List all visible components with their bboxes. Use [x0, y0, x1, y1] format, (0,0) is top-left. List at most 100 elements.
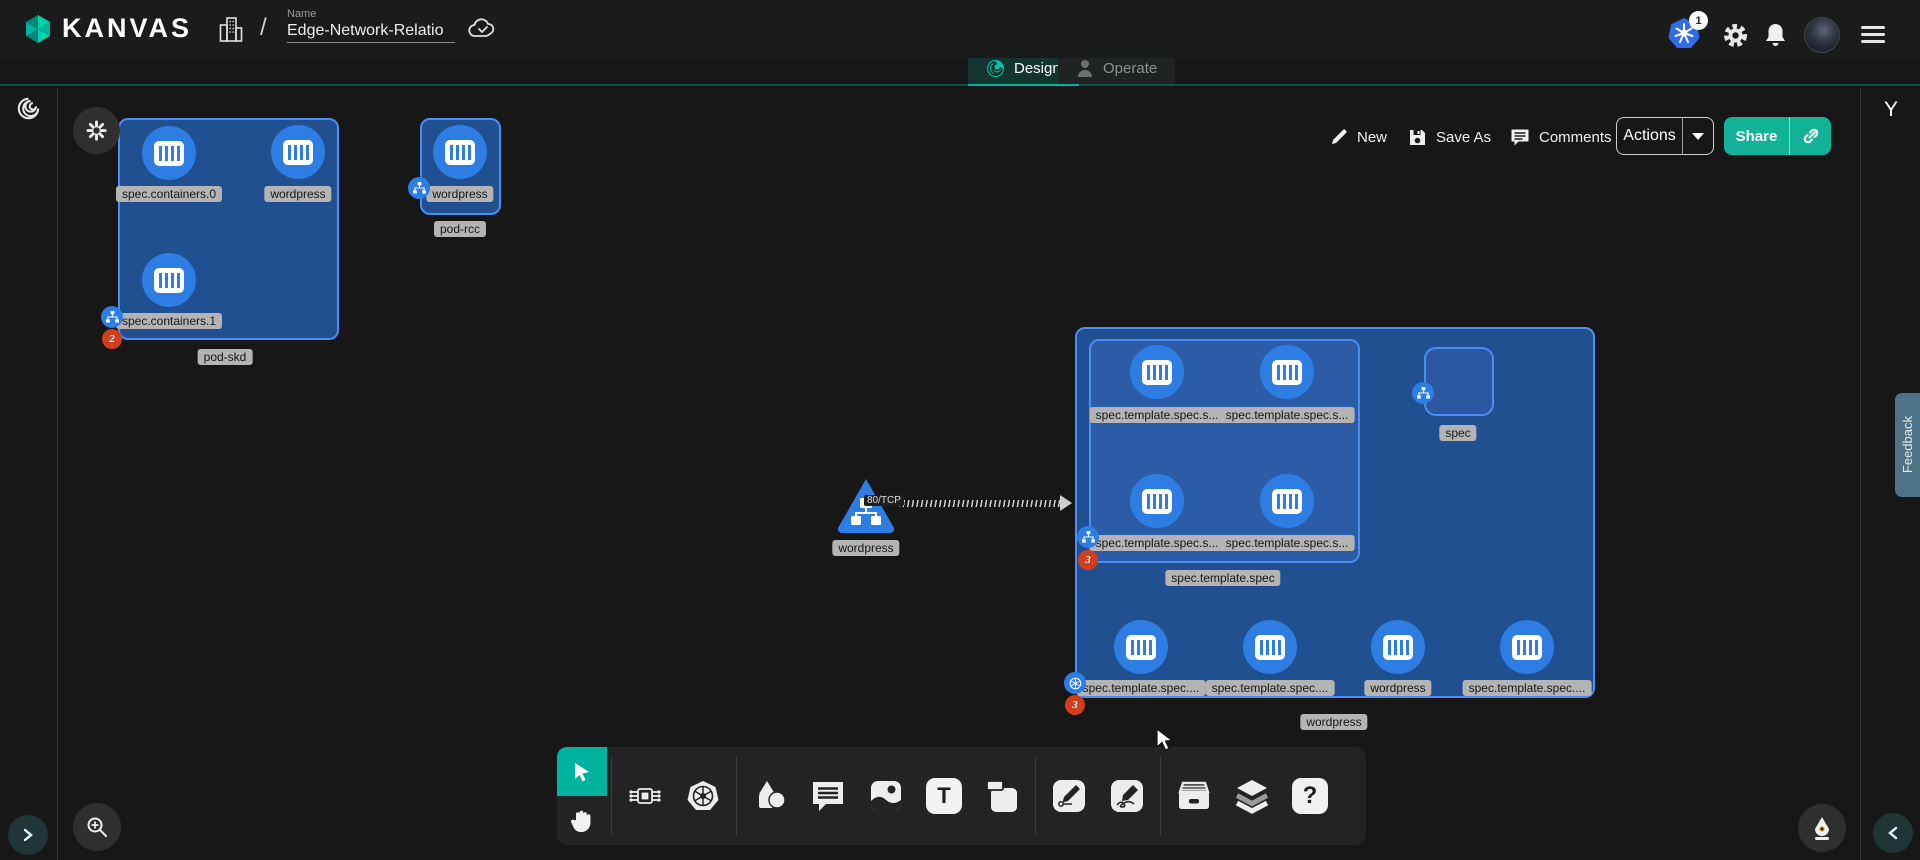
- bottom-toolbar: T: [557, 747, 1366, 845]
- left-panel-divider: [57, 88, 58, 860]
- comment-tool-button[interactable]: [799, 747, 857, 845]
- save-as-button[interactable]: Save As: [1408, 118, 1491, 156]
- node-deployment-container[interactable]: [1243, 620, 1297, 674]
- comments-label: Comments: [1539, 129, 1612, 146]
- node-template-container[interactable]: [1130, 345, 1184, 399]
- node-template-container[interactable]: [1260, 345, 1314, 399]
- node-label: spec.template.spec.s...: [1220, 407, 1355, 423]
- component-tool-button[interactable]: [616, 747, 674, 845]
- toolbar-divider: [611, 757, 612, 835]
- pencil-squiggle-icon: [1108, 777, 1146, 815]
- error-count-badge[interactable]: 3: [1078, 550, 1098, 570]
- relationship-badge[interactable]: [1077, 526, 1099, 548]
- container-icon: [154, 141, 184, 166]
- relationship-badge[interactable]: [101, 306, 123, 328]
- kubernetes-tool-button[interactable]: [674, 747, 732, 845]
- pan-tool-button[interactable]: [557, 796, 607, 845]
- hamburger-menu-icon[interactable]: [1861, 22, 1885, 47]
- node-label: wordpress: [264, 186, 331, 202]
- node-label: spec.containers.1: [116, 313, 222, 329]
- notifications-bell-icon[interactable]: [1763, 22, 1788, 48]
- kanvas-logo-text: KANVAS: [62, 13, 192, 44]
- share-label: Share: [1724, 128, 1789, 145]
- history-spiral-icon[interactable]: [17, 97, 40, 120]
- pen-nib-icon: [1810, 815, 1834, 841]
- design-name-block: Name: [287, 8, 455, 43]
- container-icon: [1142, 489, 1172, 514]
- actions-label: Actions: [1617, 127, 1682, 145]
- relationship-badge[interactable]: [408, 177, 430, 199]
- drawer-tool-button[interactable]: [1165, 747, 1223, 845]
- error-count-badge[interactable]: 3: [1065, 695, 1085, 715]
- kanvas-logo-icon[interactable]: [22, 13, 54, 45]
- shapes-panel-icon[interactable]: Y: [1884, 98, 1898, 122]
- toolbar-divider: [736, 757, 737, 835]
- help-tool-button[interactable]: ?: [1281, 747, 1339, 845]
- select-tool-column: [557, 747, 607, 845]
- copy-link-button[interactable]: [1790, 126, 1831, 146]
- breadcrumb-separator: /: [260, 14, 267, 42]
- edge-pen-tool-button[interactable]: [1040, 747, 1098, 845]
- freehand-pen-tool-button[interactable]: [1098, 747, 1156, 845]
- design-name-input[interactable]: [287, 20, 455, 43]
- pen-mode-button[interactable]: [1798, 804, 1846, 852]
- pen-path-icon: [1050, 777, 1088, 815]
- node-label: wordpress: [832, 540, 899, 556]
- context-count-badge: 1: [1689, 11, 1708, 30]
- kubernetes-badge[interactable]: [1064, 672, 1086, 694]
- node-deployment-container[interactable]: [1371, 620, 1425, 674]
- error-count-badge[interactable]: 2: [102, 329, 122, 349]
- node-label: spec: [1439, 425, 1476, 441]
- zoom-button[interactable]: [73, 803, 121, 851]
- right-panel-divider: [1860, 88, 1861, 860]
- container-icon: [154, 268, 184, 293]
- save-as-label: Save As: [1436, 129, 1491, 146]
- relationship-badge[interactable]: [1412, 382, 1434, 404]
- group-label: pod-skd: [198, 349, 253, 365]
- cloud-saved-icon: [468, 18, 498, 40]
- new-button[interactable]: New: [1330, 118, 1387, 156]
- node-wordpress-container[interactable]: [433, 125, 487, 179]
- kubernetes-icon: [684, 777, 722, 815]
- select-tool-button[interactable]: [557, 747, 607, 796]
- settings-gear-icon[interactable]: [1722, 22, 1749, 49]
- node-label: spec.template.spec....: [1077, 680, 1206, 696]
- node-template-container[interactable]: [1130, 474, 1184, 528]
- node-spec[interactable]: [1424, 347, 1494, 416]
- link-icon: [1801, 126, 1821, 146]
- node-spec-containers-1[interactable]: [142, 253, 196, 307]
- tabstrip-underline: [0, 84, 1920, 86]
- text-tool-button[interactable]: T: [915, 747, 973, 845]
- chevron-down-icon: [1692, 133, 1704, 140]
- actions-button[interactable]: Actions: [1616, 117, 1714, 155]
- feedback-tab[interactable]: Feedback: [1895, 393, 1920, 497]
- tab-operate-label: Operate: [1103, 60, 1157, 77]
- node-deployment-container[interactable]: [1114, 620, 1168, 674]
- drawer-icon: [1174, 778, 1214, 814]
- kubernetes-context-button[interactable]: 1: [1668, 17, 1700, 49]
- image-tool-button[interactable]: [857, 747, 915, 845]
- service-edge[interactable]: [899, 500, 1063, 507]
- node-spec-containers-0[interactable]: [142, 126, 196, 180]
- node-template-container[interactable]: [1260, 474, 1314, 528]
- text-icon: T: [926, 778, 962, 814]
- user-avatar[interactable]: [1804, 17, 1840, 53]
- organization-icon[interactable]: [218, 16, 244, 43]
- toolbar-divider: [1035, 757, 1036, 835]
- selection-actions-button[interactable]: [73, 107, 120, 154]
- layers-tool-button[interactable]: [1223, 747, 1281, 845]
- shapes-tool-button[interactable]: [741, 747, 799, 845]
- expand-left-panel-button[interactable]: [8, 815, 48, 855]
- collapse-right-panel-button[interactable]: [1873, 813, 1913, 853]
- comments-button[interactable]: Comments: [1510, 118, 1612, 156]
- group-label: spec.template.spec: [1165, 570, 1280, 586]
- actions-dropdown-button[interactable]: [1683, 133, 1713, 140]
- node-deployment-container[interactable]: [1500, 620, 1554, 674]
- rectangle-tool-button[interactable]: [973, 747, 1031, 845]
- comment-icon: [810, 779, 846, 813]
- share-button[interactable]: Share: [1724, 117, 1831, 155]
- feedback-label: Feedback: [1900, 416, 1915, 473]
- node-wordpress-container[interactable]: [271, 125, 325, 179]
- chip-icon: [626, 777, 664, 815]
- container-icon: [1126, 635, 1156, 660]
